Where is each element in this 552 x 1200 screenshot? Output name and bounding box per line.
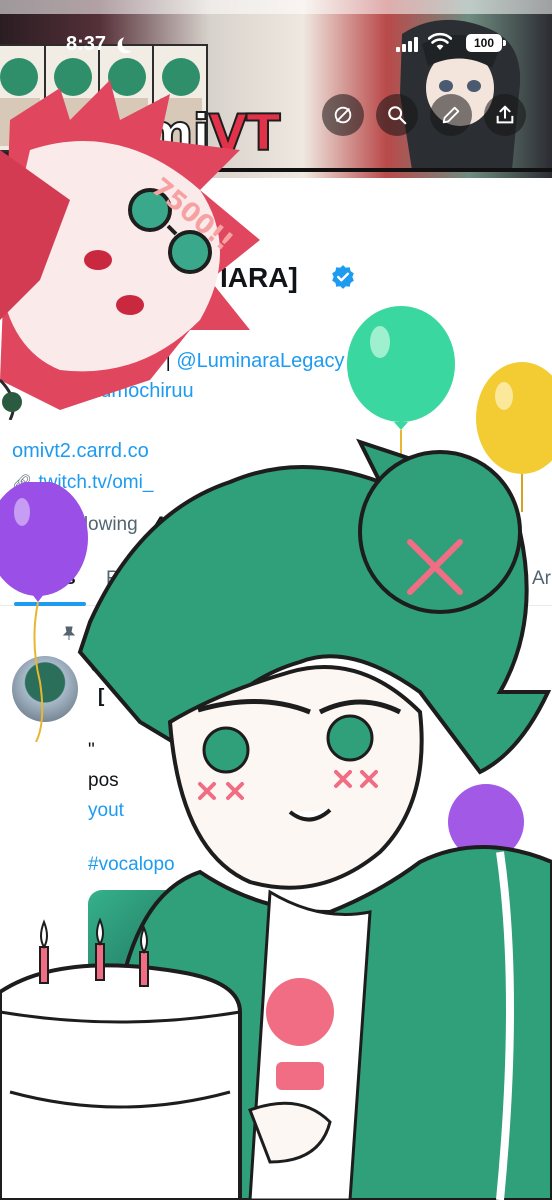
post-avatar[interactable]	[12, 656, 78, 722]
mute-button[interactable]	[322, 94, 364, 136]
post-text: pos	[88, 770, 119, 791]
battery-indicator: 100	[466, 34, 506, 52]
follow-stats: 1.7K Following 47	[12, 514, 175, 536]
yellow-balloon	[476, 362, 552, 512]
share-button[interactable]	[484, 94, 526, 136]
no-notifications-icon	[334, 106, 352, 124]
link-icon: 🔗︎	[12, 475, 33, 492]
post-media-thumbnail[interactable]	[88, 890, 218, 1020]
followers-count[interactable]: 47	[154, 514, 175, 536]
post-text: "	[88, 740, 95, 761]
bio-mention-link[interactable]: @LuminaraLegacy	[176, 350, 344, 372]
banner-top-strip	[0, 0, 552, 14]
post-hashtag[interactable]: #vocalopo	[88, 854, 175, 876]
wifi-icon	[428, 32, 452, 50]
tab-replies[interactable]: Re	[106, 568, 130, 590]
status-time: 8:37	[66, 33, 107, 55]
profile-tabs: Posts Re Ar	[0, 560, 552, 606]
profile-stream-link[interactable]: 🔗︎ twitch.tv/omi_	[12, 472, 153, 494]
purple-balloon-small	[448, 784, 524, 852]
following-count[interactable]: 1.7K	[12, 514, 52, 535]
following-label[interactable]: Following	[57, 514, 137, 535]
tab-posts[interactable]: Posts	[24, 568, 76, 590]
pin-icon	[62, 626, 76, 640]
banner-card	[44, 44, 100, 152]
post-author-handle: [	[98, 686, 105, 707]
share-icon	[496, 105, 514, 124]
edit-button[interactable]	[430, 94, 472, 136]
active-tab-indicator	[14, 602, 86, 606]
banner-logo: omiVT	[107, 103, 281, 163]
banner-card	[0, 44, 46, 152]
banner-divider	[0, 168, 552, 172]
cellular-signal-icon	[396, 36, 418, 52]
verified-badge-icon	[332, 265, 354, 289]
profile-name: IARA]	[220, 262, 298, 293]
green-balloon	[347, 306, 455, 456]
post-link[interactable]: yout	[88, 800, 124, 822]
sticker-text: 7500!!	[146, 172, 239, 257]
post-author-name[interactable]: Or	[90, 656, 112, 678]
search-icon	[388, 106, 407, 125]
profile-website-link[interactable]: omivt2.carrd.co	[12, 440, 149, 463]
profile-bio: uber | @LuminaraLegacy	[120, 350, 345, 372]
pencil-icon	[442, 106, 460, 124]
tab-articles[interactable]: Ar	[532, 568, 551, 590]
bio-mention-link-2[interactable]: @kumochiruu	[70, 380, 194, 403]
search-button[interactable]	[376, 94, 418, 136]
profile-banner: omiVT	[0, 0, 552, 178]
